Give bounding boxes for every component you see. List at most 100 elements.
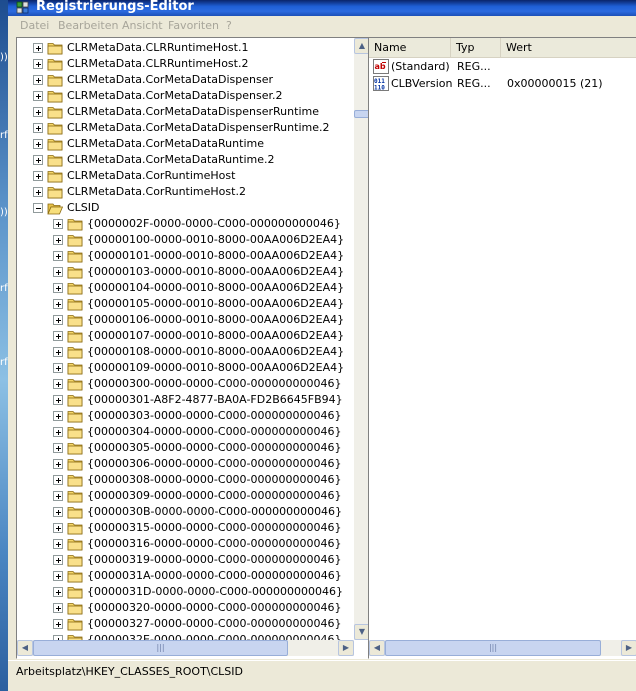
- expand-icon[interactable]: [53, 571, 63, 581]
- tree-node-label[interactable]: {00000103-0000-0010-8000-00AA006D2EA4}: [87, 264, 344, 280]
- tree-node[interactable]: CLRMetaData.CorMetaDataDispenserRuntime.…: [17, 120, 354, 136]
- tree-node-label[interactable]: CLRMetaData.CorMetaDataRuntime.2: [67, 152, 274, 168]
- tree-node[interactable]: {00000101-0000-0010-8000-00AA006D2EA4}: [17, 248, 354, 264]
- tree-node[interactable]: {00000316-0000-0000-C000-000000000046}: [17, 536, 354, 552]
- tree-node[interactable]: {00000304-0000-0000-C000-000000000046}: [17, 424, 354, 440]
- tree-node-label[interactable]: {00000105-0000-0010-8000-00AA006D2EA4}: [87, 296, 344, 312]
- expand-icon[interactable]: [53, 219, 63, 229]
- tree-node-label[interactable]: {00000304-0000-0000-C000-000000000046}: [87, 424, 342, 440]
- tree-node-label[interactable]: {00000100-0000-0010-8000-00AA006D2EA4}: [87, 232, 344, 248]
- tree-node[interactable]: {00000109-0000-0010-8000-00AA006D2EA4}: [17, 360, 354, 376]
- tree-node[interactable]: {0000002F-0000-0000-C000-000000000046}: [17, 216, 354, 232]
- tree-node[interactable]: CLRMetaData.CorMetaDataDispenser: [17, 72, 354, 88]
- tree-node[interactable]: {0000031D-0000-0000-C000-000000000046}: [17, 584, 354, 600]
- tree-node[interactable]: CLRMetaData.CorRuntimeHost: [17, 168, 354, 184]
- tree-node[interactable]: {00000320-0000-0000-C000-000000000046}: [17, 600, 354, 616]
- tree-node[interactable]: CLRMetaData.CorMetaDataRuntime: [17, 136, 354, 152]
- tree-node-label[interactable]: {00000107-0000-0010-8000-00AA006D2EA4}: [87, 328, 344, 344]
- value-row[interactable]: 011 110 CLBVersion REG... 0x00000015 (21): [369, 75, 636, 92]
- tree-node[interactable]: {00000108-0000-0010-8000-00AA006D2EA4}: [17, 344, 354, 360]
- tree-node[interactable]: {0000031A-0000-0000-C000-000000000046}: [17, 568, 354, 584]
- values-scroll-right-button[interactable]: ▶: [621, 640, 636, 656]
- tree-node[interactable]: {00000107-0000-0010-8000-00AA006D2EA4}: [17, 328, 354, 344]
- expand-icon[interactable]: [53, 363, 63, 373]
- expand-icon[interactable]: [53, 427, 63, 437]
- expand-icon[interactable]: [53, 315, 63, 325]
- expand-icon[interactable]: [53, 555, 63, 565]
- expand-icon[interactable]: [53, 395, 63, 405]
- expand-icon[interactable]: [33, 139, 43, 149]
- tree-node-label[interactable]: {00000301-A8F2-4877-BA0A-FD2B6645FB94}: [87, 392, 343, 408]
- tree-node-label[interactable]: CLRMetaData.CorRuntimeHost: [67, 168, 235, 184]
- expand-icon[interactable]: [53, 331, 63, 341]
- tree-node-label[interactable]: {00000327-0000-0000-C000-000000000046}: [87, 616, 342, 632]
- tree-node[interactable]: {00000327-0000-0000-C000-000000000046}: [17, 616, 354, 632]
- tree-node-label[interactable]: {00000104-0000-0010-8000-00AA006D2EA4}: [87, 280, 344, 296]
- tree-node[interactable]: CLRMetaData.CLRRuntimeHost.2: [17, 56, 354, 72]
- tree-node[interactable]: {00000301-A8F2-4877-BA0A-FD2B6645FB94}: [17, 392, 354, 408]
- expand-icon[interactable]: [53, 379, 63, 389]
- expand-icon[interactable]: [53, 459, 63, 469]
- tree-node-label[interactable]: {00000306-0000-0000-C000-000000000046}: [87, 456, 342, 472]
- menu-favoriten[interactable]: Favoriten: [168, 19, 219, 32]
- expand-icon[interactable]: [33, 123, 43, 133]
- expand-icon[interactable]: [53, 283, 63, 293]
- expand-icon[interactable]: [33, 91, 43, 101]
- expand-icon[interactable]: [53, 539, 63, 549]
- tree-node[interactable]: CLRMetaData.CorRuntimeHost.2: [17, 184, 354, 200]
- tree-node[interactable]: {00000100-0000-0010-8000-00AA006D2EA4}: [17, 232, 354, 248]
- menu-help[interactable]: ?: [226, 19, 232, 32]
- value-row[interactable]: ab (Standard) REG...: [369, 58, 636, 75]
- tree-node-label[interactable]: CLRMetaData.CorMetaDataDispenser: [67, 72, 273, 88]
- expand-icon[interactable]: [53, 507, 63, 517]
- tree-node-label[interactable]: {0000002F-0000-0000-C000-000000000046}: [87, 216, 341, 232]
- tree-node[interactable]: {00000105-0000-0010-8000-00AA006D2EA4}: [17, 296, 354, 312]
- tree-node[interactable]: CLRMetaData.CLRRuntimeHost.1: [17, 40, 354, 56]
- tree-node[interactable]: {00000303-0000-0000-C000-000000000046}: [17, 408, 354, 424]
- tree-node-label[interactable]: CLRMetaData.CorMetaDataDispenserRuntime.…: [67, 120, 329, 136]
- expand-icon[interactable]: [53, 443, 63, 453]
- expand-icon[interactable]: [53, 411, 63, 421]
- expand-icon[interactable]: [53, 299, 63, 309]
- tree-node-label[interactable]: {00000316-0000-0000-C000-000000000046}: [87, 536, 342, 552]
- tree-node[interactable]: {0000030B-0000-0000-C000-000000000046}: [17, 504, 354, 520]
- tree-node[interactable]: {00000319-0000-0000-C000-000000000046}: [17, 552, 354, 568]
- tree-node-label[interactable]: {00000309-0000-0000-C000-000000000046}: [87, 488, 342, 504]
- tree-node-label[interactable]: {00000300-0000-0000-C000-000000000046}: [87, 376, 342, 392]
- expand-icon[interactable]: [33, 171, 43, 181]
- expand-icon[interactable]: [33, 155, 43, 165]
- expand-icon[interactable]: [33, 107, 43, 117]
- expand-icon[interactable]: [53, 235, 63, 245]
- tree-node-label[interactable]: {00000305-0000-0000-C000-000000000046}: [87, 440, 342, 456]
- expand-icon[interactable]: [33, 43, 43, 53]
- expand-icon[interactable]: [53, 603, 63, 613]
- collapse-icon[interactable]: [33, 203, 43, 213]
- tree-node-label[interactable]: CLRMetaData.CorMetaDataDispenser.2: [67, 88, 283, 104]
- horizontal-scroll-thumb[interactable]: |||: [33, 640, 288, 656]
- tree-node-label[interactable]: CLSID: [67, 200, 100, 216]
- expand-icon[interactable]: [53, 523, 63, 533]
- tree-node-label[interactable]: {00000101-0000-0010-8000-00AA006D2EA4}: [87, 248, 344, 264]
- expand-icon[interactable]: [33, 187, 43, 197]
- tree-node[interactable]: {00000106-0000-0010-8000-00AA006D2EA4}: [17, 312, 354, 328]
- tree-node-label[interactable]: {00000315-0000-0000-C000-000000000046}: [87, 520, 342, 536]
- expand-icon[interactable]: [53, 347, 63, 357]
- tree-node-label[interactable]: CLRMetaData.CorRuntimeHost.2: [67, 184, 246, 200]
- expand-icon[interactable]: [53, 475, 63, 485]
- tree-node[interactable]: {00000315-0000-0000-C000-000000000046}: [17, 520, 354, 536]
- values-horizontal-scrollbar[interactable]: ◀ ||| ▶: [369, 640, 636, 656]
- tree-node[interactable]: CLRMetaData.CorMetaDataRuntime.2: [17, 152, 354, 168]
- menu-ansicht[interactable]: Ansicht: [122, 19, 163, 32]
- column-type[interactable]: Typ: [451, 38, 501, 57]
- tree-node[interactable]: CLRMetaData.CorMetaDataDispenserRuntime: [17, 104, 354, 120]
- expand-icon[interactable]: [53, 491, 63, 501]
- tree-node-label[interactable]: CLRMetaData.CLRRuntimeHost.1: [67, 40, 248, 56]
- tree-node[interactable]: {00000104-0000-0010-8000-00AA006D2EA4}: [17, 280, 354, 296]
- tree-node-label[interactable]: CLRMetaData.CLRRuntimeHost.2: [67, 56, 248, 72]
- title-bar[interactable]: Registrierungs-Editor: [8, 0, 636, 16]
- column-name[interactable]: Name: [369, 38, 451, 57]
- tree-node[interactable]: {00000103-0000-0010-8000-00AA006D2EA4}: [17, 264, 354, 280]
- tree-node-label[interactable]: {0000031D-0000-0000-C000-000000000046}: [87, 584, 343, 600]
- tree-node[interactable]: {00000309-0000-0000-C000-000000000046}: [17, 488, 354, 504]
- menu-bearbeiten[interactable]: Bearbeiten: [58, 19, 118, 32]
